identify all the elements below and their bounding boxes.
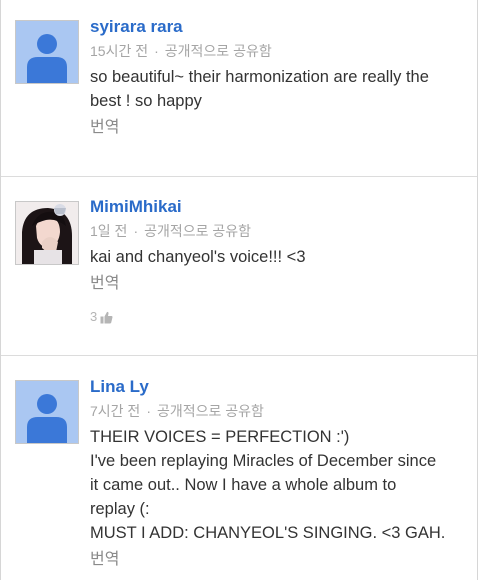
comment-item: Lina Ly 7시간 전 · 공개적으로 공유함 THEIR VOICES = P… — [1, 356, 477, 580]
default-person-icon — [16, 21, 78, 83]
comment-text-line: kai and chanyeol's voice!!! <3 — [90, 248, 306, 266]
comment-item: MimiMhikai 1일 전 · 공개적으로 공유함 kai and chanye… — [1, 177, 477, 355]
separator: · — [154, 43, 159, 59]
comment-text-line: MUST I ADD: CHANYEOL'S SINGING. <3 GAH. — [90, 524, 446, 542]
comment-text-line: it came out.. Now I have a whole album t… — [90, 476, 397, 494]
comment-text-line: I've been replaying Miracles of December… — [90, 452, 437, 470]
visibility-label: 공개적으로 공유함 — [157, 403, 264, 419]
comment-text-line: THEIR VOICES = PERFECTION :') — [90, 428, 350, 446]
author-name[interactable]: MimiMhikai — [90, 197, 459, 217]
avatar[interactable] — [15, 201, 79, 265]
translate-link[interactable]: 번역 — [90, 273, 459, 295]
thumbs-up-icon — [100, 311, 113, 323]
avatar[interactable] — [15, 20, 79, 84]
comment-text: THEIR VOICES = PERFECTION :') I've been … — [90, 425, 459, 545]
author-name[interactable]: syirara rara — [90, 17, 459, 37]
comment-text: so beautiful~ their harmonization are re… — [90, 65, 459, 113]
like-button[interactable]: 3 — [90, 309, 459, 325]
comment-text-line: so beautiful~ their harmonization are re… — [90, 68, 429, 86]
timestamp[interactable]: 1일 전 — [90, 223, 127, 239]
comment-text-line: best ! so happy — [90, 92, 202, 110]
timestamp[interactable]: 15시간 전 — [90, 43, 148, 59]
comment-meta: 1일 전 · 공개적으로 공유함 — [90, 222, 459, 240]
timestamp[interactable]: 7시간 전 — [90, 403, 140, 419]
visibility-label: 공개적으로 공유함 — [164, 43, 272, 59]
comment-text: kai and chanyeol's voice!!! <3 — [90, 245, 459, 269]
comment-meta: 7시간 전 · 공개적으로 공유함 — [90, 402, 459, 420]
avatar[interactable] — [15, 380, 79, 444]
comment-item: syirara rara 15시간 전 · 공개적으로 공유함 so beautif… — [1, 0, 477, 176]
profile-photo — [16, 202, 78, 264]
translate-link[interactable]: 번역 — [90, 549, 459, 571]
like-count: 3 — [90, 309, 98, 324]
default-person-icon — [16, 381, 78, 443]
comment-feed: syirara rara 15시간 전 · 공개적으로 공유함 so beautif… — [0, 0, 478, 580]
translate-link[interactable]: 번역 — [90, 117, 459, 139]
separator: · — [133, 223, 139, 239]
separator: · — [146, 403, 151, 419]
visibility-label: 공개적으로 공유함 — [144, 223, 252, 239]
author-name[interactable]: Lina Ly — [90, 377, 459, 397]
comment-meta: 15시간 전 · 공개적으로 공유함 — [90, 42, 459, 60]
comment-text-line: replay (: — [90, 500, 150, 518]
